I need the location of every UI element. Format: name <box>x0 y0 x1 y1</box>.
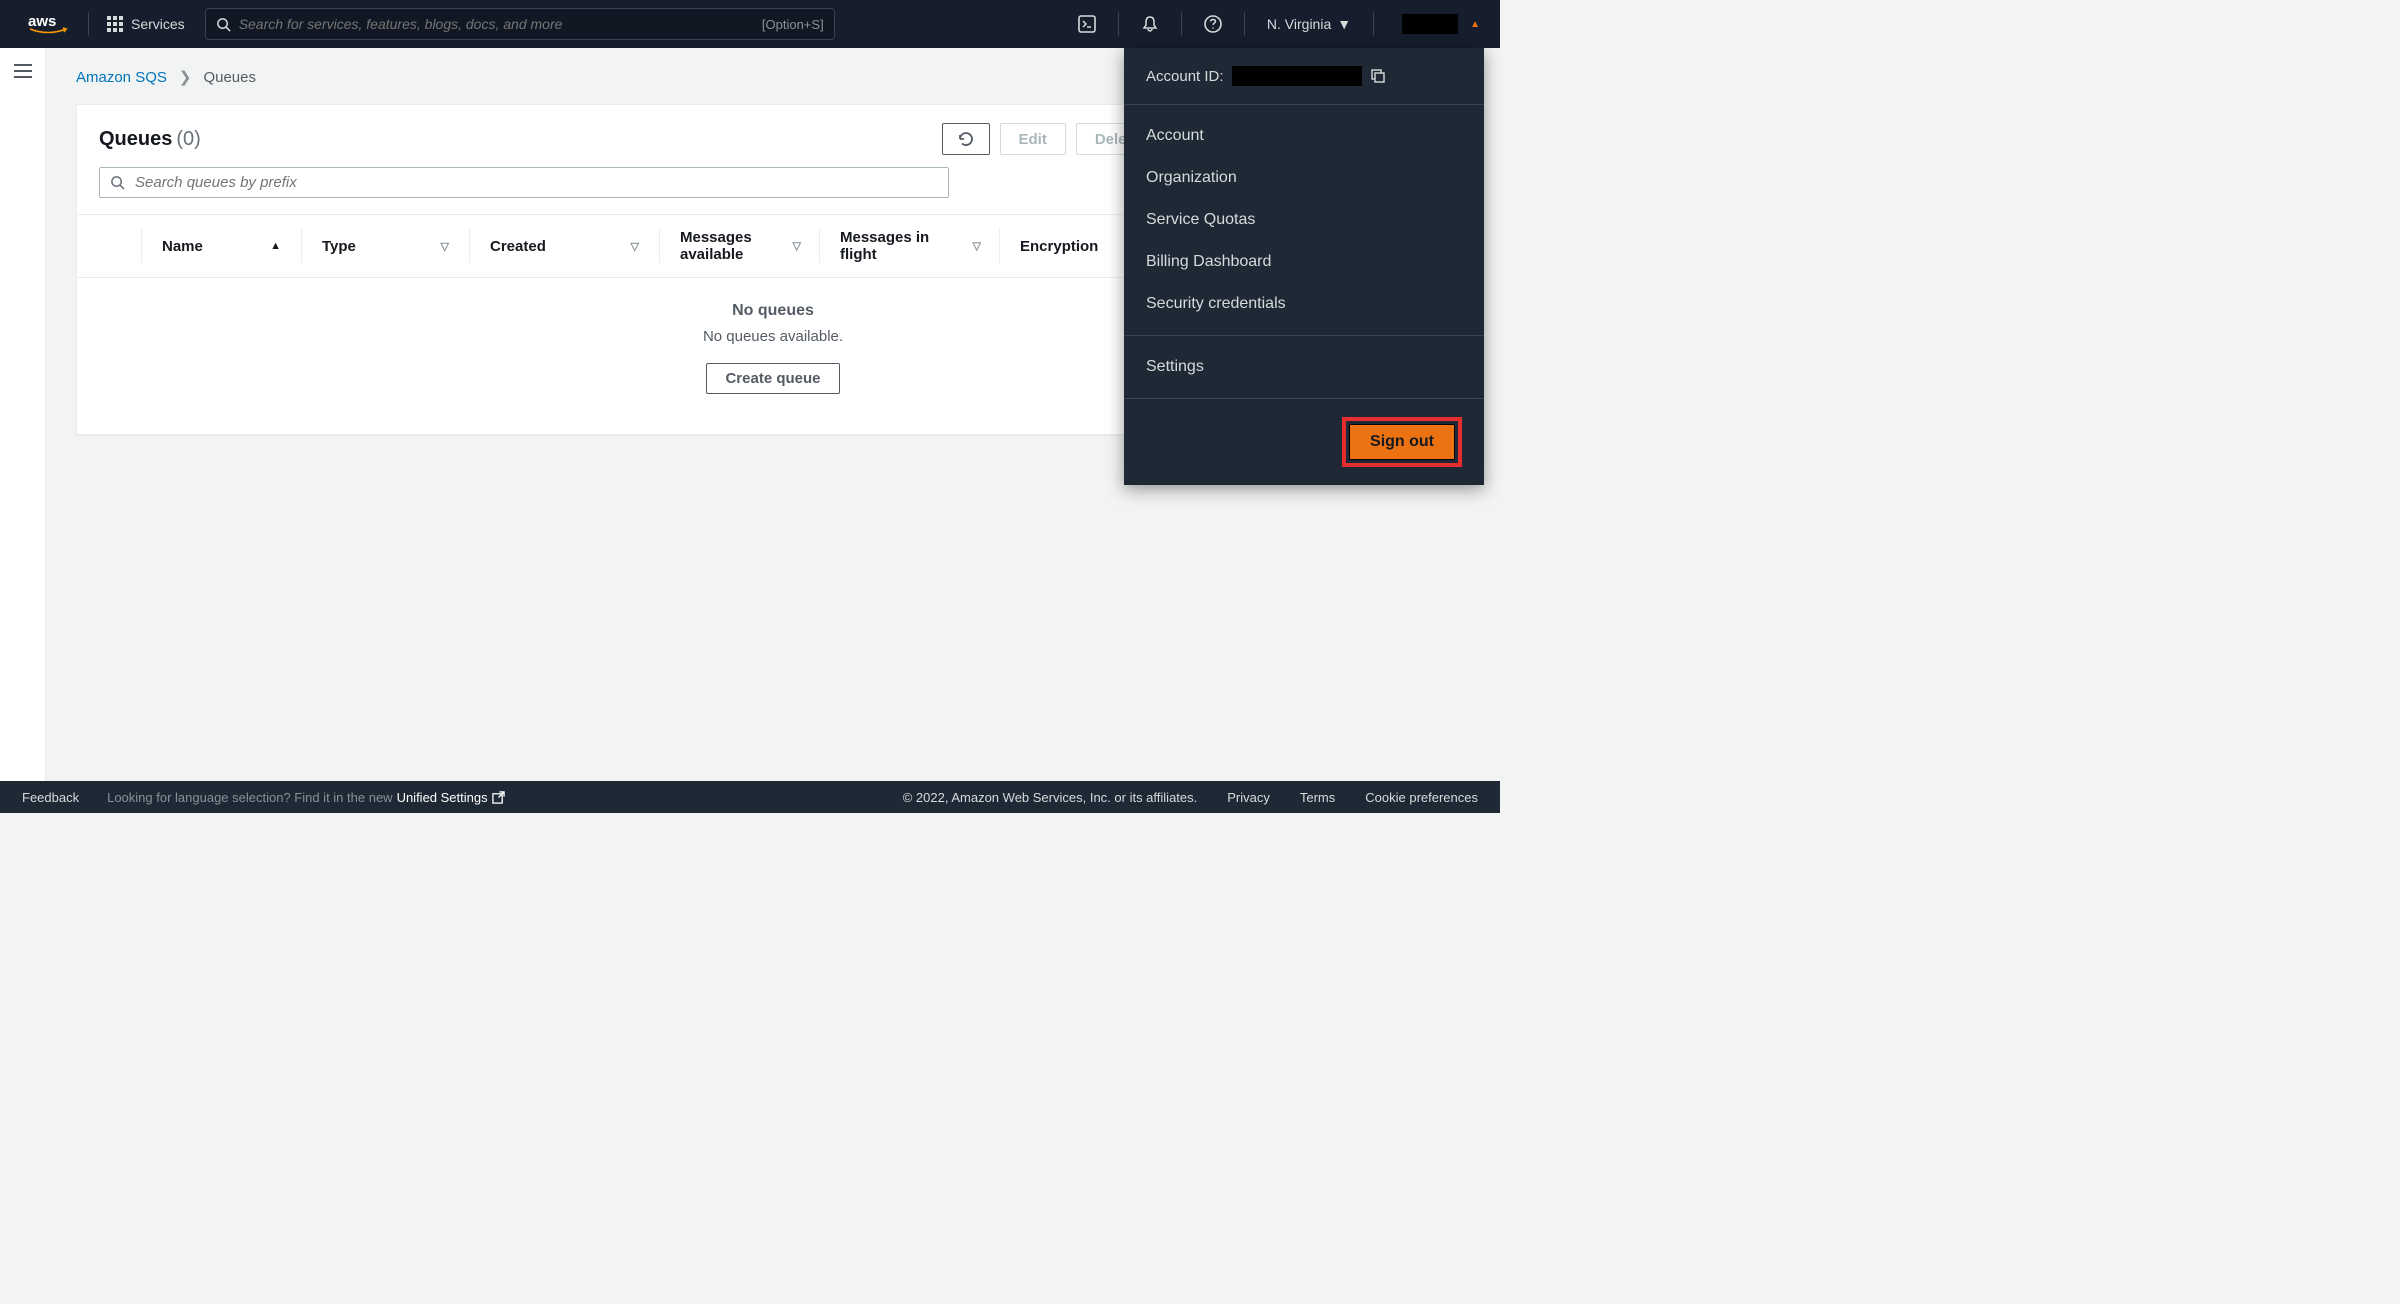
dropdown-item-service-quotas[interactable]: Service Quotas <box>1124 199 1484 241</box>
svg-text:aws: aws <box>28 13 56 30</box>
refresh-icon <box>957 130 975 148</box>
caret-down-icon: ▼ <box>1337 16 1351 32</box>
divider <box>1373 12 1374 36</box>
search-box[interactable]: [Option+S] <box>205 8 835 40</box>
divider <box>1244 12 1245 36</box>
side-nav-toggle[interactable] <box>0 48 46 781</box>
filter-input[interactable] <box>135 174 938 191</box>
dropdown-item-organization[interactable]: Organization <box>1124 157 1484 199</box>
aws-logo[interactable]: aws <box>16 12 80 36</box>
sort-icon: ▽ <box>973 240 981 253</box>
sort-icon: ▽ <box>793 240 801 253</box>
sign-out-button[interactable]: Sign out <box>1349 424 1455 460</box>
account-id-label: Account ID: <box>1146 68 1224 85</box>
sort-icon: ▽ <box>441 240 449 253</box>
search-icon <box>110 175 125 190</box>
th-created[interactable]: Created ▽ <box>469 229 659 263</box>
account-selector[interactable]: ▲ <box>1382 14 1484 34</box>
chevron-right-icon: ❯ <box>179 68 192 86</box>
signout-highlight: Sign out <box>1342 417 1462 467</box>
region-selector[interactable]: N. Virginia ▼ <box>1253 16 1365 32</box>
region-label: N. Virginia <box>1267 16 1331 32</box>
account-id-row: Account ID: <box>1124 48 1484 104</box>
filter-box[interactable] <box>99 167 949 198</box>
terms-link[interactable]: Terms <box>1300 790 1335 805</box>
th-messages-available[interactable]: Messages available ▽ <box>659 229 819 263</box>
feedback-link[interactable]: Feedback <box>22 790 79 805</box>
account-name-redacted <box>1402 14 1458 34</box>
services-label: Services <box>131 16 185 32</box>
lang-prompt: Looking for language selection? Find it … <box>107 790 392 805</box>
copyright: © 2022, Amazon Web Services, Inc. or its… <box>903 790 1198 805</box>
privacy-link[interactable]: Privacy <box>1227 790 1270 805</box>
th-messages-inflight[interactable]: Messages in flight ▽ <box>819 229 999 263</box>
divider <box>88 12 89 36</box>
external-link-icon <box>492 791 505 804</box>
breadcrumb-service[interactable]: Amazon SQS <box>76 69 167 86</box>
search-icon <box>216 17 231 32</box>
sort-asc-icon: ▲ <box>270 240 281 252</box>
th-type[interactable]: Type ▽ <box>301 229 469 263</box>
cookie-prefs-link[interactable]: Cookie preferences <box>1365 790 1478 805</box>
search-input[interactable] <box>239 16 762 32</box>
dropdown-item-account[interactable]: Account <box>1124 115 1484 157</box>
divider <box>1118 12 1119 36</box>
th-name[interactable]: Name ▲ <box>141 229 301 263</box>
unified-settings-link[interactable]: Unified Settings <box>397 790 505 805</box>
dropdown-item-security-credentials[interactable]: Security credentials <box>1124 283 1484 325</box>
dropdown-item-settings[interactable]: Settings <box>1124 346 1484 388</box>
copy-icon[interactable] <box>1370 68 1386 84</box>
create-queue-button[interactable]: Create queue <box>706 363 839 394</box>
top-nav: aws Services [Option+S] N. Virginia ▼ ▲ <box>0 0 1500 48</box>
sort-icon: ▽ <box>631 240 639 253</box>
account-id-redacted <box>1232 66 1362 86</box>
refresh-button[interactable] <box>942 123 990 155</box>
account-dropdown: Account ID: Account Organization Service… <box>1124 48 1484 485</box>
th-select <box>77 229 141 263</box>
panel-count: (0) <box>176 128 200 151</box>
grid-icon <box>107 16 123 32</box>
help-icon[interactable] <box>1190 9 1236 39</box>
footer: Feedback Looking for language selection?… <box>0 781 1500 813</box>
caret-up-icon: ▲ <box>1470 19 1480 30</box>
services-button[interactable]: Services <box>97 16 195 32</box>
panel-title: Queues <box>99 128 172 151</box>
hamburger-icon <box>14 64 32 78</box>
breadcrumb-current: Queues <box>203 69 256 86</box>
edit-button[interactable]: Edit <box>1000 123 1066 155</box>
notifications-icon[interactable] <box>1127 9 1173 39</box>
dropdown-item-billing[interactable]: Billing Dashboard <box>1124 241 1484 283</box>
divider <box>1181 12 1182 36</box>
cloudshell-icon[interactable] <box>1064 9 1110 39</box>
search-hint: [Option+S] <box>762 17 824 32</box>
